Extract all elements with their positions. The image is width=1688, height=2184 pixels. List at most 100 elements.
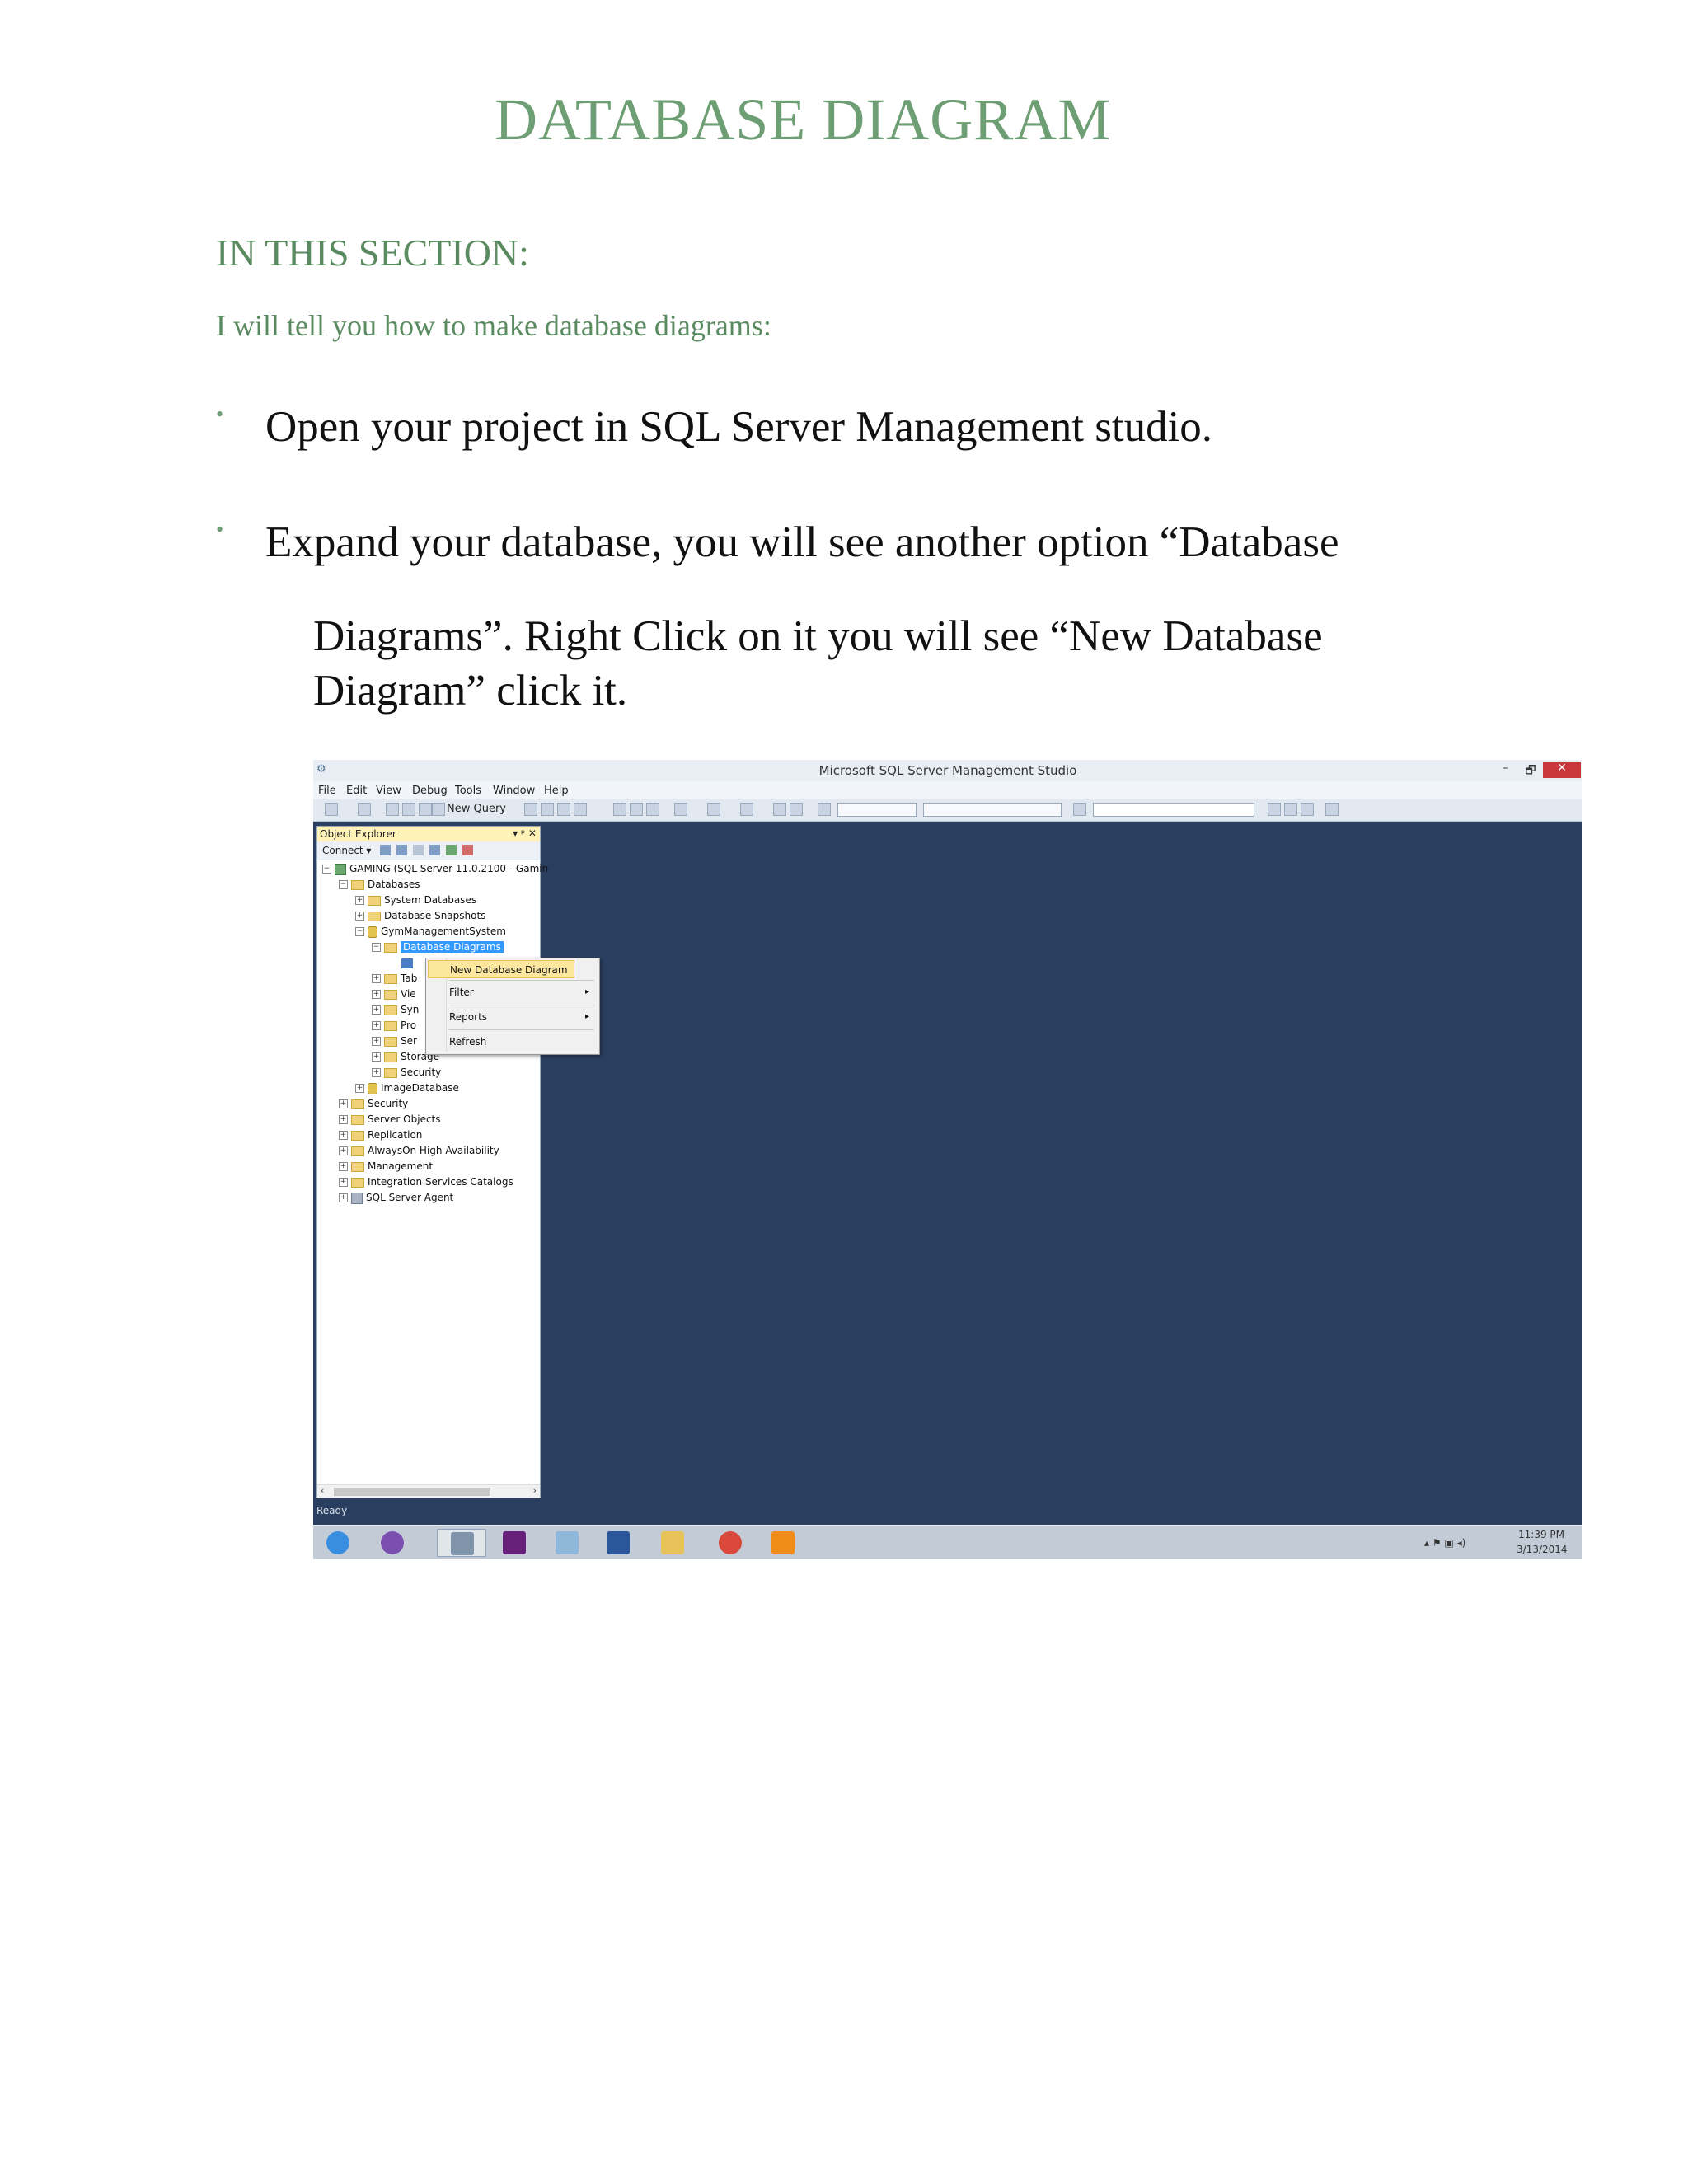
solution-config-combo[interactable] bbox=[837, 803, 917, 817]
copy-icon[interactable] bbox=[630, 803, 643, 816]
expand-icon[interactable]: + bbox=[372, 990, 381, 999]
refresh-icon[interactable] bbox=[446, 845, 457, 855]
expand-icon[interactable]: + bbox=[372, 1037, 381, 1046]
query-icon[interactable] bbox=[541, 803, 554, 816]
expand-icon[interactable]: + bbox=[339, 1178, 348, 1187]
scroll-left-icon[interactable]: ‹ bbox=[321, 1485, 324, 1496]
clock-time[interactable]: 11:39 PM bbox=[1518, 1529, 1564, 1540]
tree-node-security-db[interactable]: + Security bbox=[372, 1066, 441, 1081]
tree-node-system-databases[interactable]: + System Databases bbox=[355, 894, 476, 909]
cut-icon[interactable] bbox=[613, 803, 626, 816]
activity-monitor-icon[interactable] bbox=[462, 845, 473, 855]
properties-icon[interactable] bbox=[1268, 803, 1281, 816]
new-query-icon[interactable] bbox=[432, 803, 445, 816]
menu-tools[interactable]: Tools bbox=[455, 785, 481, 797]
object-explorer-icon[interactable] bbox=[1284, 803, 1297, 816]
expand-icon[interactable]: + bbox=[372, 1052, 381, 1062]
taskbar-ssms[interactable] bbox=[437, 1529, 486, 1557]
disconnect-icon[interactable] bbox=[396, 845, 407, 855]
expand-icon[interactable]: + bbox=[372, 974, 381, 983]
tree-node-sql-server-agent[interactable]: + SQL Server Agent bbox=[339, 1192, 453, 1207]
expand-icon[interactable]: + bbox=[355, 912, 364, 921]
save-icon[interactable] bbox=[402, 803, 415, 816]
tree-node-image-database[interactable]: + ImageDatabase bbox=[355, 1082, 459, 1097]
maximize-button[interactable]: 🗗 bbox=[1518, 762, 1543, 778]
paste-icon[interactable] bbox=[646, 803, 659, 816]
minimize-button[interactable]: – bbox=[1493, 762, 1518, 778]
tree-node-service-broker[interactable]: + Ser bbox=[372, 1035, 417, 1050]
tree-node-database-snapshots[interactable]: + Database Snapshots bbox=[355, 910, 485, 925]
scroll-right-icon[interactable]: › bbox=[533, 1485, 537, 1496]
taskbar-word[interactable] bbox=[593, 1529, 643, 1557]
menu-view[interactable]: View bbox=[376, 785, 401, 797]
menu-item-filter[interactable]: Filter ▸ bbox=[449, 983, 596, 1001]
collapse-icon[interactable]: − bbox=[372, 943, 381, 952]
menu-edit[interactable]: Edit bbox=[346, 785, 367, 797]
tree-node-security[interactable]: + Security bbox=[339, 1098, 408, 1113]
menu-window[interactable]: Window bbox=[493, 785, 535, 797]
query-icon[interactable] bbox=[524, 803, 537, 816]
add-item-icon[interactable] bbox=[358, 803, 371, 816]
window-layout-icon[interactable] bbox=[1325, 803, 1339, 816]
debug-icon[interactable] bbox=[790, 803, 803, 816]
taskbar-chrome[interactable] bbox=[706, 1529, 755, 1557]
menu-item-reports[interactable]: Reports ▸ bbox=[449, 1008, 596, 1026]
query-icon[interactable] bbox=[557, 803, 570, 816]
taskbar-internet-explorer[interactable] bbox=[313, 1529, 363, 1557]
expand-icon[interactable]: + bbox=[339, 1146, 348, 1155]
navigate-icon[interactable] bbox=[740, 803, 753, 816]
find-combo[interactable] bbox=[1093, 803, 1254, 817]
menu-item-refresh[interactable]: Refresh bbox=[449, 1033, 596, 1051]
stop-icon[interactable] bbox=[413, 845, 424, 855]
new-project-icon[interactable] bbox=[325, 803, 338, 816]
find-icon[interactable] bbox=[773, 803, 786, 816]
new-query-button[interactable]: New Query bbox=[447, 803, 506, 815]
close-button[interactable]: ✕ bbox=[1543, 762, 1581, 778]
collapse-icon[interactable]: − bbox=[355, 927, 364, 936]
expand-icon[interactable]: + bbox=[372, 1005, 381, 1015]
tree-node-integration-services[interactable]: + Integration Services Catalogs bbox=[339, 1176, 513, 1191]
expand-icon[interactable]: + bbox=[339, 1193, 348, 1202]
tree-node-server[interactable]: − GAMING (SQL Server 11.0.2100 - Gamin bbox=[322, 863, 548, 878]
expand-icon[interactable]: + bbox=[339, 1162, 348, 1171]
taskbar-visual-studio[interactable] bbox=[490, 1529, 539, 1557]
tree-node-diagram-item[interactable] bbox=[400, 957, 413, 972]
horizontal-scrollbar[interactable]: ‹ › bbox=[317, 1484, 540, 1498]
tree-node-management[interactable]: + Management bbox=[339, 1160, 433, 1175]
find-in-files-icon[interactable] bbox=[1073, 803, 1086, 816]
filter-icon[interactable] bbox=[429, 845, 440, 855]
scrollbar-thumb[interactable] bbox=[334, 1488, 490, 1496]
redo-icon[interactable] bbox=[707, 803, 720, 816]
tree-node-programmability[interactable]: + Pro bbox=[372, 1019, 416, 1034]
tree-node-server-objects[interactable]: + Server Objects bbox=[339, 1113, 441, 1128]
save-all-icon[interactable] bbox=[419, 803, 432, 816]
tree-node-alwayson[interactable]: + AlwaysOn High Availability bbox=[339, 1145, 499, 1160]
connect-button[interactable]: Connect ▾ bbox=[322, 845, 371, 856]
start-debug-icon[interactable] bbox=[818, 803, 831, 816]
menu-item-new-database-diagram[interactable]: New Database Diagram bbox=[428, 960, 574, 978]
expand-icon[interactable]: + bbox=[339, 1099, 348, 1108]
taskbar-notes[interactable] bbox=[542, 1529, 592, 1557]
expand-icon[interactable]: + bbox=[339, 1131, 348, 1140]
tree-node-databases[interactable]: − Databases bbox=[339, 879, 420, 893]
clock-date[interactable]: 3/13/2014 bbox=[1517, 1544, 1568, 1555]
menu-file[interactable]: File bbox=[318, 785, 336, 797]
collapse-icon[interactable]: − bbox=[339, 880, 348, 889]
query-icon[interactable] bbox=[574, 803, 587, 816]
solution-platform-combo[interactable] bbox=[923, 803, 1062, 817]
tree-node-views[interactable]: + Vie bbox=[372, 988, 416, 1003]
menu-help[interactable]: Help bbox=[544, 785, 569, 797]
expand-icon[interactable]: + bbox=[372, 1021, 381, 1030]
expand-icon[interactable]: + bbox=[339, 1115, 348, 1124]
tree-node-tables[interactable]: + Tab bbox=[372, 972, 417, 987]
expand-icon[interactable]: + bbox=[355, 896, 364, 905]
tree-node-replication[interactable]: + Replication bbox=[339, 1129, 422, 1144]
taskbar-vlc[interactable] bbox=[758, 1529, 808, 1557]
panel-pin-close-icon[interactable]: ▾ ᵖ ✕ bbox=[513, 827, 537, 839]
connect-icon[interactable] bbox=[380, 845, 391, 855]
expand-icon[interactable]: + bbox=[355, 1084, 364, 1093]
system-tray[interactable]: ▴ ⚑ ▣ ◂) bbox=[1424, 1537, 1465, 1549]
undo-icon[interactable] bbox=[674, 803, 687, 816]
tree-node-synonyms[interactable]: + Syn bbox=[372, 1004, 419, 1019]
expand-icon[interactable]: + bbox=[372, 1068, 381, 1077]
